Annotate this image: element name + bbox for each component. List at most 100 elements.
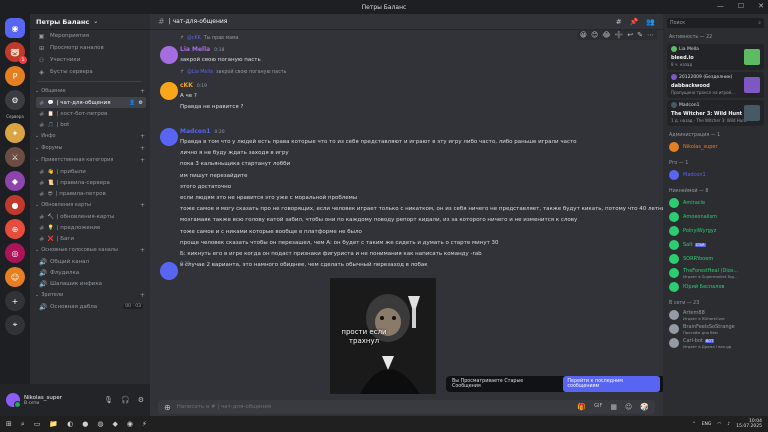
activity-card[interactable]: 20122009 (Безделник) dabbackwood Пропущено…	[667, 72, 764, 98]
member-item[interactable]: Madcon1	[663, 168, 768, 182]
message-author[interactable]: Lia Mella	[180, 46, 210, 53]
message-composer[interactable]: ⊕ Написать в # | чат-для-общения 🎁 GIF ▦…	[158, 400, 655, 414]
server-icon[interactable]: ⌖	[5, 315, 25, 335]
channel-category[interactable]: ⌄ Инфо +	[30, 130, 150, 142]
members-icon[interactable]: 👥	[646, 18, 655, 26]
server-icon[interactable]: P	[5, 66, 25, 86]
channel-item[interactable]: 🔊 Общий канал	[36, 256, 146, 267]
user-info[interactable]: Nikolas_super В сети	[24, 395, 62, 406]
server-icon[interactable]: ⚔	[5, 147, 25, 167]
minimize-button[interactable]: —	[717, 2, 724, 10]
server-icon[interactable]: ◎	[5, 243, 25, 263]
activity-card[interactable]: Lia Mella bleed.io 8 ч. назад	[667, 44, 764, 70]
add-channel-icon[interactable]: +	[140, 292, 145, 299]
message-action-icon[interactable]: ⋯	[647, 31, 654, 39]
apps-icon[interactable]: 🎲	[640, 403, 649, 411]
taskbar-app-icon[interactable]: 📁	[49, 420, 58, 428]
maximize-button[interactable]: ☐	[738, 2, 744, 10]
reply-reference[interactable]: ↱ @Lia Mella закрой свою поганую пасть	[180, 70, 286, 75]
member-item[interactable]: Amoeonalism	[663, 210, 768, 224]
avatar[interactable]	[160, 128, 178, 146]
gear-icon[interactable]: ⚙	[139, 100, 143, 106]
sidebar-nav-item[interactable]: ▣ Мероприятия	[30, 30, 150, 42]
channel-category[interactable]: ⌄ Зрители +	[30, 289, 150, 301]
message-author[interactable]: Madcon1	[180, 128, 210, 135]
add-attachment-icon[interactable]: ⊕	[164, 403, 171, 412]
avatar[interactable]	[160, 82, 178, 100]
channel-item[interactable]: # 🔨 | обновления-карты	[36, 211, 146, 222]
message-image[interactable]: прости если трахнул	[330, 278, 436, 394]
channel-item[interactable]: # 💬 | чат-для-общения 👤 ⚙	[36, 97, 146, 108]
member-item[interactable]: Carl-bot BOT Играет в Драма I вал.gg	[663, 336, 768, 350]
taskbar-app-icon[interactable]: ⚡	[142, 420, 147, 428]
message-action-icon[interactable]: 😊	[591, 31, 598, 39]
gear-icon[interactable]: ⚙	[138, 396, 144, 404]
server-icon[interactable]: ●	[5, 195, 25, 215]
clock[interactable]: 10:04 15.07.2025	[736, 419, 762, 429]
taskbar-app-icon[interactable]: ◉	[127, 420, 133, 428]
channel-item[interactable]: # ❌ | Баги	[36, 233, 146, 244]
channel-item[interactable]: 🔊 Основная дабла 00 · 03	[36, 301, 146, 312]
server-icon[interactable]: ◉	[5, 18, 25, 38]
add-user-icon[interactable]: 👤	[129, 100, 135, 106]
avatar[interactable]	[160, 262, 178, 280]
server-icon[interactable]: ◆	[5, 171, 25, 191]
server-icon[interactable]: ☺	[5, 267, 25, 287]
add-channel-icon[interactable]: +	[140, 88, 145, 95]
channel-item[interactable]: # 🎵 | bot	[36, 119, 146, 130]
member-item[interactable]: Nikolas_super	[663, 140, 768, 154]
server-icon[interactable]: 🐷 1	[5, 42, 27, 64]
message-action-icon[interactable]: 😀	[580, 31, 587, 39]
channel-item[interactable]: # 📜 | правила-сервера	[36, 177, 146, 188]
message-author[interactable]: cKK	[180, 82, 193, 89]
taskbar-app-icon[interactable]: ◆	[112, 420, 117, 428]
channel-category[interactable]: ⌄ Обновления карты +	[30, 199, 150, 211]
headphones-icon[interactable]: 🎧	[121, 396, 130, 404]
add-channel-icon[interactable]: +	[140, 247, 145, 254]
taskbar-app-icon[interactable]: ⌕	[21, 420, 25, 429]
message-action-icon[interactable]: 😂	[602, 31, 610, 39]
taskbar-app-icon[interactable]: ◍	[97, 420, 103, 428]
taskbar-app-icon[interactable]: ●	[82, 420, 88, 428]
channel-item[interactable]: 🔊 Флудилка	[36, 267, 146, 278]
message-action-icon[interactable]: ↩	[627, 31, 633, 39]
server-header[interactable]: Петры Баланс ⌄	[30, 14, 150, 30]
channel-item[interactable]: # 📋 | хост-бот-петров	[36, 108, 146, 119]
member-item[interactable]: Artem88 Играет в RDharkCore	[663, 308, 768, 322]
member-item[interactable]: PolnyiWyrgyz	[663, 224, 768, 238]
sidebar-nav-item[interactable]: ◈ Бусты сервера	[30, 66, 150, 78]
channel-item[interactable]: # 😎 | правила-петров	[36, 188, 146, 199]
volume-icon[interactable]: ♪	[727, 422, 730, 427]
message-input[interactable]: Написать в # | чат-для-общения	[177, 404, 271, 410]
member-item[interactable]: SORRYooem	[663, 252, 768, 266]
message-action-icon[interactable]: ➕	[615, 31, 624, 39]
taskbar-app-icon[interactable]: ◐	[67, 420, 73, 428]
taskbar-app-icon[interactable]: ⊞	[6, 420, 12, 428]
sidebar-nav-item[interactable]: ⚇ Участники	[30, 54, 150, 66]
threads-icon[interactable]: #	[616, 18, 622, 26]
channel-category[interactable]: ⌄ Общение +	[30, 85, 150, 97]
taskbar-app-icon[interactable]: ▭	[34, 420, 41, 428]
language-indicator[interactable]: ENG	[702, 422, 712, 427]
channel-item[interactable]: 🔊 Шалашик инфика	[36, 278, 146, 289]
server-icon[interactable]: +	[5, 291, 25, 311]
member-item[interactable]: Amiracle	[663, 196, 768, 210]
tray-chevron-icon[interactable]: ⌃	[692, 422, 696, 427]
add-channel-icon[interactable]: +	[140, 202, 145, 209]
add-channel-icon[interactable]: +	[140, 157, 145, 164]
server-icon[interactable]: ⚙	[5, 90, 25, 110]
channel-category[interactable]: ⌄ Приветственная категория +	[30, 154, 150, 166]
microphone-icon[interactable]: 🎙	[104, 396, 113, 404]
add-channel-icon[interactable]: +	[140, 133, 145, 140]
search-input[interactable]: Поиск ⌕	[667, 18, 764, 28]
activity-card[interactable]: Madcon1 The Witcher 3: Wild Hunt 1 д. наза…	[667, 100, 764, 126]
message-action-icon[interactable]: ✎	[637, 31, 643, 39]
avatar[interactable]	[160, 46, 178, 64]
jump-to-present-button[interactable]: Перейти к последним сообщениям	[563, 376, 660, 392]
close-window-button[interactable]: ✕	[758, 2, 764, 10]
reply-reference[interactable]: ↱ @cKK Ты прав мама	[180, 36, 239, 41]
member-item[interactable]: Юрий Беспалов	[663, 280, 768, 294]
pin-icon[interactable]: 📌	[630, 18, 639, 26]
channel-item[interactable]: # 👋 | прибыли	[36, 166, 146, 177]
server-icon[interactable]: ⊕	[5, 219, 25, 239]
